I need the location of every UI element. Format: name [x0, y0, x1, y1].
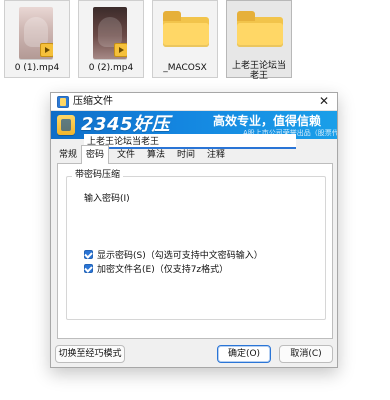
- groupbox-title: 带密码压缩: [72, 169, 124, 181]
- banner-slogan: 高效专业，值得信赖: [213, 114, 322, 128]
- banner-brand: 2345好压: [81, 114, 171, 135]
- video-thumbnail: [93, 7, 127, 59]
- folder-name: _MACOSX: [163, 63, 207, 73]
- folder-icon: [163, 11, 209, 47]
- close-button[interactable]: ✕: [317, 94, 331, 108]
- dialog-titlebar: 压缩文件 ✕: [51, 93, 337, 111]
- file-name: 0 (2).mp4: [88, 63, 134, 73]
- folder-tile-macosx[interactable]: _MACOSX: [152, 0, 218, 78]
- video-file-icon: [114, 43, 127, 57]
- ok-button[interactable]: 确定(O): [217, 345, 271, 363]
- tab-general[interactable]: 常规: [57, 147, 79, 163]
- tab-password[interactable]: 密码: [81, 145, 109, 164]
- file-tile-mp4-2[interactable]: 0 (2).mp4: [78, 0, 144, 78]
- archive-icon: [57, 115, 75, 135]
- desktop: 0 (1).mp4 0 (2).mp4 _MACOSX 上老王论坛当老王 压缩文…: [0, 0, 390, 400]
- file-name: 0 (1).mp4: [14, 63, 60, 73]
- encrypt-filenames-label: 加密文件名(E)（仅支持7z格式）: [97, 265, 229, 275]
- tab-files[interactable]: 文件: [113, 147, 139, 163]
- folder-name: 上老王论坛当老王: [231, 61, 286, 81]
- app-icon: [57, 96, 69, 108]
- checkbox-checked-icon[interactable]: [84, 250, 93, 259]
- folder-tile-laowang[interactable]: 上老王论坛当老王: [226, 0, 292, 81]
- encrypt-filenames-checkbox-row[interactable]: 加密文件名(E)（仅支持7z格式）: [84, 264, 228, 276]
- checkbox-checked-icon[interactable]: [84, 264, 93, 273]
- dialog-title: 压缩文件: [73, 96, 113, 107]
- tab-algorithm[interactable]: 算法: [143, 147, 169, 163]
- video-thumbnail: [19, 7, 53, 59]
- tab-comment[interactable]: 注释: [203, 147, 229, 163]
- video-file-icon: [40, 43, 53, 57]
- tab-time[interactable]: 时间: [173, 147, 199, 163]
- tab-strip: 常规 密码 文件 算法 时间 注释: [57, 145, 331, 164]
- switch-mode-button[interactable]: 切换至经巧模式: [55, 345, 125, 363]
- password-label: 输入密码(I): [84, 194, 130, 204]
- password-input[interactable]: [84, 134, 296, 149]
- file-tile-mp4-1[interactable]: 0 (1).mp4: [4, 0, 70, 78]
- show-password-checkbox-row[interactable]: 显示密码(S)（勾选可支持中文密码输入）: [84, 250, 263, 262]
- cancel-button[interactable]: 取消(C): [279, 345, 333, 363]
- folder-icon: [237, 11, 283, 47]
- show-password-label: 显示密码(S)（勾选可支持中文密码输入）: [97, 251, 263, 261]
